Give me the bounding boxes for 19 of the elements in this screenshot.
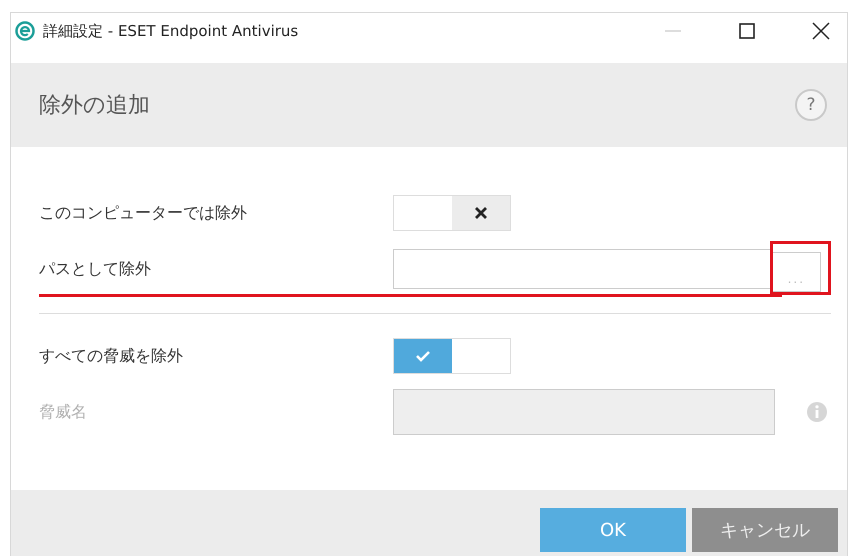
app-logo-icon (15, 21, 35, 41)
dialog-title: 除外の追加 (39, 92, 151, 120)
browse-button[interactable]: ... (772, 252, 821, 292)
close-icon[interactable] (811, 21, 831, 41)
help-button[interactable]: ? (795, 89, 827, 121)
check-icon (415, 349, 431, 363)
maximize-icon[interactable] (737, 21, 757, 41)
path-field[interactable] (393, 249, 770, 289)
cross-icon (474, 206, 488, 220)
setting-label: パスとして除外 (39, 258, 152, 280)
toggle-switch[interactable] (393, 338, 511, 374)
cancel-button[interactable]: キャンセル (692, 508, 838, 552)
info-icon (806, 401, 828, 423)
window-title: 詳細設定 - ESET Endpoint Antivirus (43, 22, 298, 40)
setting-label: このコンピューターでは除外 (39, 202, 248, 224)
toggle-switch[interactable] (393, 195, 511, 231)
ok-button[interactable]: OK (540, 508, 686, 552)
setting-label: すべての脅威を除外 (39, 346, 184, 366)
setting-label: 脅威名 (39, 402, 88, 422)
